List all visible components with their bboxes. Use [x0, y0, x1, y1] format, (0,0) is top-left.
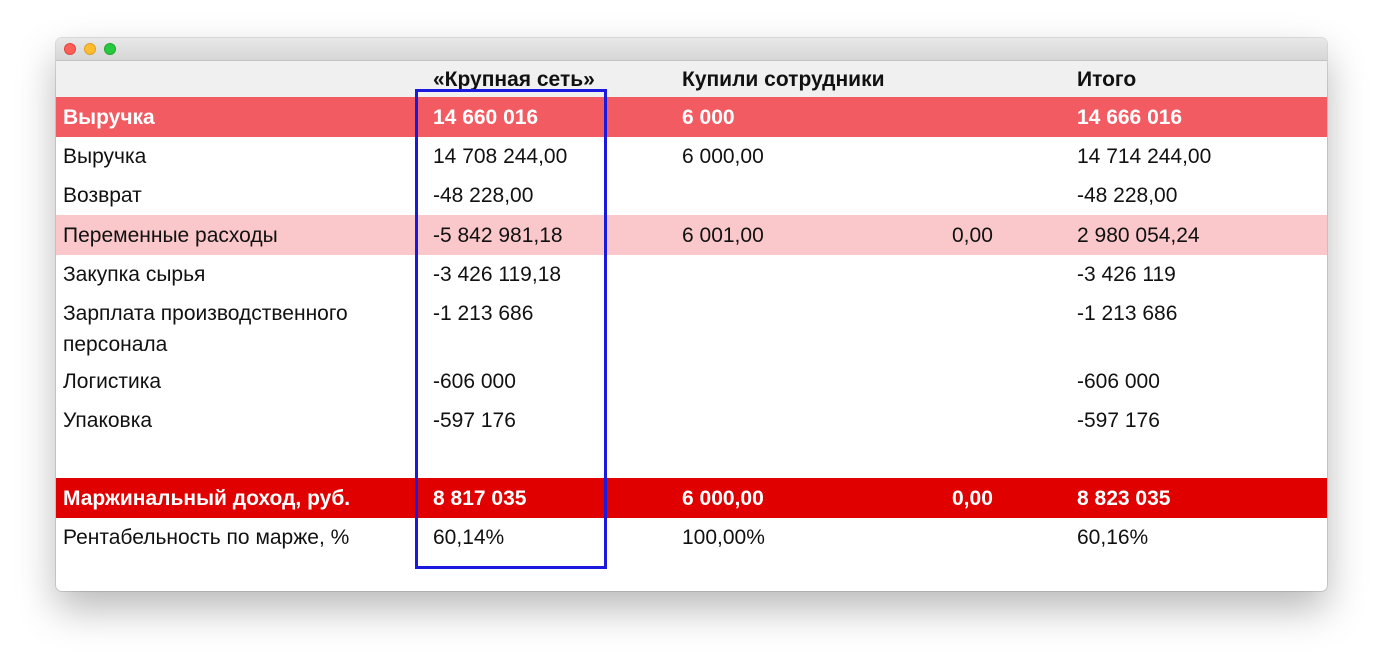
row-label: Зарплата производственного персонала — [63, 302, 348, 356]
table-row-packaging: Упаковка -597 176 -597 176 — [56, 401, 1327, 440]
cell-total: -606 000 — [1077, 370, 1160, 393]
app-window: «Крупная сеть» Купили сотрудники Итого В… — [56, 38, 1327, 591]
cell-large-chain: 8 817 035 — [433, 487, 527, 510]
table-header-row: «Крупная сеть» Купили сотрудники Итого — [56, 61, 1327, 97]
close-window-button[interactable] — [64, 43, 76, 55]
row-label: Выручка — [63, 145, 147, 168]
cell-large-chain: -3 426 119,18 — [433, 263, 562, 286]
cell-total: 60,16% — [1077, 526, 1149, 549]
cell-large-chain: -5 842 981,18 — [433, 224, 563, 247]
cell-large-chain: 14 708 244,00 — [433, 145, 568, 168]
row-label: Маржинальный доход, руб. — [63, 487, 351, 510]
cell-large-chain: -606 000 — [433, 370, 516, 393]
header-col-large-chain: «Крупная сеть» — [433, 68, 595, 91]
row-label: Логистика — [63, 370, 162, 393]
table-row-revenue-total: Выручка 14 660 016 6 000 14 666 016 — [56, 97, 1327, 137]
table-row-variable-costs: Переменные расходы -5 842 981,18 6 001,0… — [56, 215, 1327, 255]
cell-extra: 0,00 — [952, 487, 993, 510]
cell-large-chain: -1 213 686 — [433, 302, 534, 325]
cell-employees: 6 000 — [682, 106, 735, 129]
cell-total: 14 714 244,00 — [1077, 145, 1212, 168]
row-label: Закупка сырья — [63, 263, 206, 286]
table-row-raw-materials: Закупка сырья -3 426 119,18 -3 426 119 — [56, 255, 1327, 294]
cell-employees: 6 000,00 — [682, 145, 764, 168]
header-col-employees: Купили сотрудники — [682, 68, 885, 91]
maximize-window-button[interactable] — [104, 43, 116, 55]
cell-large-chain: 14 660 016 — [433, 106, 539, 129]
row-label: Рентабельность по марже, % — [63, 526, 350, 549]
cell-large-chain: -597 176 — [433, 409, 516, 432]
table-row-spacer — [56, 440, 1327, 478]
header-col-total: Итого — [1077, 68, 1137, 91]
cell-employees: 6 001,00 — [682, 224, 764, 247]
cell-extra: 0,00 — [952, 224, 993, 247]
minimize-window-button[interactable] — [84, 43, 96, 55]
cell-total: -48 228,00 — [1077, 184, 1178, 207]
cell-total: -1 213 686 — [1077, 302, 1178, 325]
table-row-revenue: Выручка 14 708 244,00 6 000,00 14 714 24… — [56, 137, 1327, 176]
row-label: Выручка — [63, 106, 155, 129]
table-row-logistics: Логистика -606 000 -606 000 — [56, 362, 1327, 401]
report-table: «Крупная сеть» Купили сотрудники Итого В… — [56, 61, 1327, 591]
cell-large-chain: -48 228,00 — [433, 184, 534, 207]
table-row-margin-income: Маржинальный доход, руб. 8 817 035 6 000… — [56, 478, 1327, 518]
cell-total: 2 980 054,24 — [1077, 224, 1200, 247]
table-row-margin-profitability: Рентабельность по марже, % 60,14% 100,00… — [56, 518, 1327, 557]
cell-large-chain: 60,14% — [433, 526, 505, 549]
row-label: Возврат — [63, 184, 142, 207]
table-row-production-salary: Зарплата производственного персонала -1 … — [56, 294, 1327, 362]
cell-total: 14 666 016 — [1077, 106, 1183, 129]
cell-total: -3 426 119 — [1077, 263, 1176, 286]
table-row-returns: Возврат -48 228,00 -48 228,00 — [56, 176, 1327, 215]
row-label: Переменные расходы — [63, 224, 278, 247]
title-bar — [56, 38, 1327, 61]
cell-total: -597 176 — [1077, 409, 1160, 432]
row-label: Упаковка — [63, 409, 153, 432]
cell-employees: 6 000,00 — [682, 487, 764, 510]
cell-total: 8 823 035 — [1077, 487, 1171, 510]
cell-employees: 100,00% — [682, 526, 765, 549]
